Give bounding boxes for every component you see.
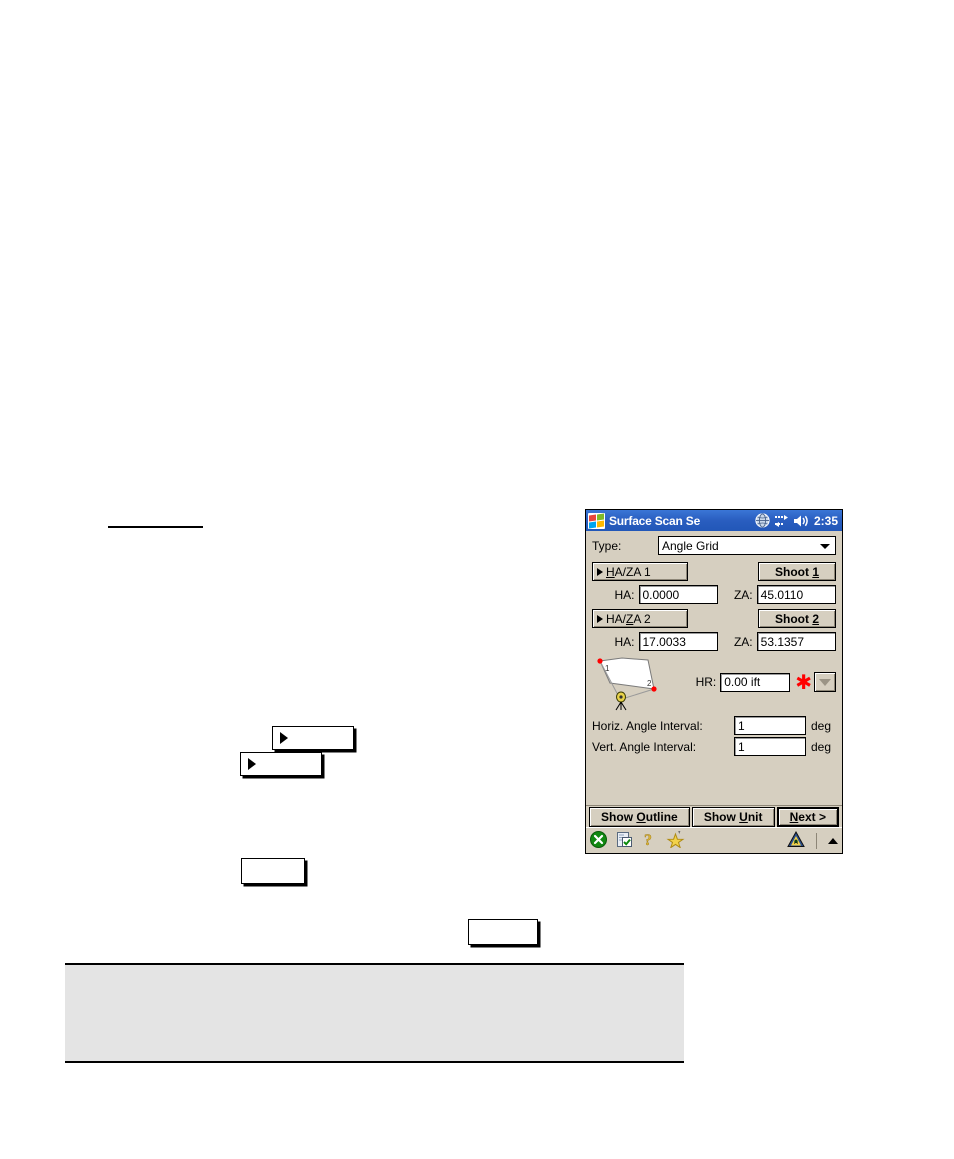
haza1-toggle-label: HA/ZA 1 <box>606 564 651 579</box>
favorites-star-icon[interactable] <box>666 830 685 851</box>
shoot2-label: Shoot 2 <box>774 611 819 626</box>
connectivity-icon[interactable] <box>774 514 789 528</box>
ha2-input[interactable]: 17.0033 <box>638 632 718 651</box>
pda-clock: 2:35 <box>813 513 838 528</box>
pda-taskbar: ? A <box>586 827 842 853</box>
speaker-icon[interactable] <box>793 514 809 528</box>
document-callout-d <box>468 919 538 945</box>
za1-label: ZA: <box>733 587 753 602</box>
pda-window-title: Surface Scan Se <box>609 513 701 528</box>
clipboard-check-icon[interactable] <box>616 831 633 851</box>
ha1-label: HA: <box>614 587 635 602</box>
type-select-value: Angle Grid <box>662 538 719 553</box>
haza2-toggle-label: HA/ZA 2 <box>606 611 651 626</box>
vert-interval-unit: deg <box>811 739 832 754</box>
close-circle-icon[interactable] <box>590 830 607 851</box>
vert-interval-row: Vert. Angle Interval: 1 deg <box>592 737 836 756</box>
warning-triangle-icon[interactable]: A <box>787 830 805 851</box>
expand-triangle-icon <box>597 567 603 576</box>
ha1-input[interactable]: 0.0000 <box>638 585 718 604</box>
ha2-label: HA: <box>614 634 635 649</box>
windows-flag-icon[interactable] <box>588 512 605 529</box>
haza2-toggle-button[interactable]: HA/ZA 2 <box>592 609 688 628</box>
type-select[interactable]: Angle Grid <box>658 536 836 555</box>
document-note-box <box>65 963 684 1063</box>
sketch-hr-row: 1 2 HR: 0.00 ift ✱ <box>592 653 836 711</box>
vert-interval-input[interactable]: 1 <box>734 737 806 756</box>
pda-command-bar: Show Outline Show Unit Next > <box>586 805 842 827</box>
pda-titlebar: Surface Scan Se 2:35 <box>586 510 842 531</box>
group2-values-row: HA: 17.0033 ZA: 53.1357 <box>592 632 837 651</box>
horiz-interval-unit: deg <box>811 718 832 733</box>
group2-header-row: HA/ZA 2 Shoot 2 <box>592 609 836 628</box>
shoot1-label: Shoot 1 <box>774 564 819 579</box>
document-rule <box>108 526 203 528</box>
chevron-down-icon <box>819 678 831 686</box>
haza1-toggle-button[interactable]: HA/ZA 1 <box>592 562 688 581</box>
group1-values-row: HA: 0.0000 ZA: 45.0110 <box>592 585 837 604</box>
za2-label: ZA: <box>733 634 753 649</box>
svg-text:?: ? <box>644 832 652 848</box>
next-label: Next > <box>789 809 826 824</box>
pda-window: Surface Scan Se 2:35 Type: Angle Grid HA… <box>585 509 843 854</box>
horiz-interval-input[interactable]: 1 <box>734 716 806 735</box>
hr-input[interactable]: 0.00 ift <box>720 672 791 692</box>
horiz-interval-row: Horiz. Angle Interval: 1 deg <box>592 716 836 735</box>
document-callout-b <box>240 752 322 776</box>
help-question-icon[interactable]: ? <box>642 831 657 851</box>
play-triangle-icon <box>280 732 288 744</box>
svg-text:1: 1 <box>605 664 610 673</box>
pda-form: Type: Angle Grid HA/ZA 1 Shoot 1 HA: 0.0… <box>586 531 842 828</box>
za1-input[interactable]: 45.0110 <box>756 585 837 604</box>
za2-input[interactable]: 53.1357 <box>756 632 837 651</box>
type-label: Type: <box>592 538 622 553</box>
hr-label: HR: <box>695 675 717 689</box>
document-callout-a <box>272 726 354 750</box>
play-triangle-icon <box>248 758 256 770</box>
show-unit-label: Show Unit <box>703 809 763 824</box>
shoot2-button[interactable]: Shoot 2 <box>758 609 836 628</box>
vert-interval-label: Vert. Angle Interval: <box>592 739 697 754</box>
hr-dropdown-button[interactable] <box>814 672 836 692</box>
show-unit-button[interactable]: Show Unit <box>691 806 775 827</box>
document-callout-c <box>241 858 305 884</box>
svg-text:A: A <box>794 840 798 846</box>
globe-icon[interactable] <box>755 513 770 528</box>
tray-up-arrow-icon[interactable] <box>828 837 838 844</box>
taskbar-divider <box>816 832 817 849</box>
show-outline-button[interactable]: Show Outline <box>589 806 690 827</box>
chevron-down-icon <box>820 543 830 549</box>
next-button[interactable]: Next > <box>776 806 840 827</box>
horiz-interval-label: Horiz. Angle Interval: <box>592 718 703 733</box>
show-outline-label: Show Outline <box>601 809 678 824</box>
group1-header-row: HA/ZA 1 Shoot 1 <box>592 562 836 581</box>
shoot1-button[interactable]: Shoot 1 <box>758 562 836 581</box>
svg-text:2: 2 <box>647 679 652 688</box>
type-row: Type: Angle Grid <box>592 536 836 555</box>
red-asterisk-icon: ✱ <box>795 670 812 694</box>
surface-outline-sketch-icon: 1 2 <box>592 653 678 711</box>
expand-triangle-icon <box>597 614 603 623</box>
